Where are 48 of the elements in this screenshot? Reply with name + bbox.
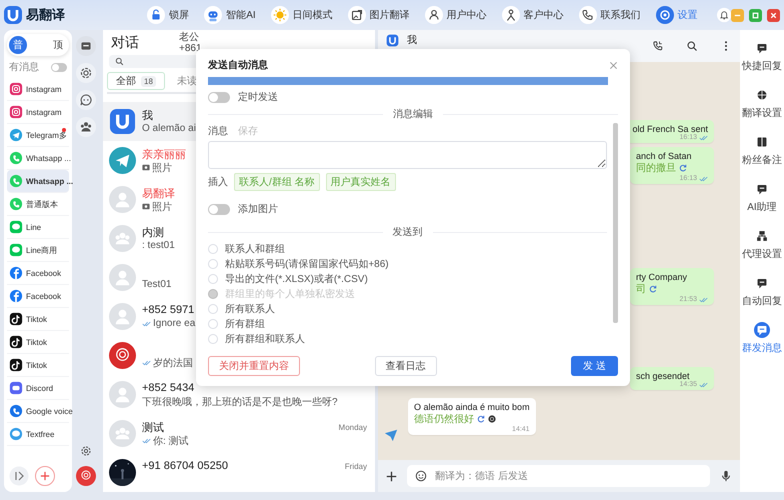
option-label: 粘贴联系号码(请保留国家代码如+86) xyxy=(225,258,389,270)
app-name: 易翻译 xyxy=(26,6,65,24)
option-label: 所有联系人 xyxy=(225,302,275,316)
dialog-title: 发送自动消息 xyxy=(208,58,268,72)
message-preview: Ignore ea xyxy=(153,318,196,329)
page-title: 对话 xyxy=(111,34,139,52)
message-text: sch gesendet xyxy=(636,371,691,381)
contact-name: +852 5434 xyxy=(142,382,194,394)
count-badge: 18 xyxy=(141,76,156,86)
option-label: 联系人和群组 xyxy=(225,242,285,256)
toggle-label: 定时发送 xyxy=(238,90,278,104)
option-label: 所有群组和联系人 xyxy=(225,332,305,346)
contact-name: 我 xyxy=(142,108,153,122)
contact-name: 亲亲丽丽 xyxy=(142,148,186,162)
contact-name: 内测 xyxy=(142,226,164,240)
chat-title: 我 xyxy=(407,34,418,47)
message-text: rty Company xyxy=(636,272,688,282)
toggle-label: 添加图片 xyxy=(238,202,278,216)
message-text: O alemão ainda é muito bom xyxy=(414,402,530,412)
field-label: 插入 xyxy=(208,176,228,189)
message-preview: : test01 xyxy=(142,240,175,251)
message-preview: 照片 xyxy=(152,162,172,174)
timestamp: Monday xyxy=(338,422,367,432)
contact-phone: +861 xyxy=(179,42,202,54)
message-preview: 你: 测试 xyxy=(153,434,189,448)
option-label: 群组里的每个人单独私密发送 xyxy=(225,288,355,300)
message-preview: Test01 xyxy=(142,279,172,290)
translation-text: 德语仍然很好 xyxy=(414,413,474,426)
field-label: 消息 xyxy=(208,124,228,138)
section-heading: 发送到 xyxy=(392,226,422,239)
translation-text: 同的撒旦 xyxy=(636,162,676,175)
filter-label: 有消息 xyxy=(9,60,39,74)
contact-name: 老公 xyxy=(179,32,199,43)
option-label: 导出的文件(*.XLSX)或者(*.CSV) xyxy=(225,272,368,286)
contact-name: +91 86704 05250 xyxy=(142,460,228,472)
message-preview: 岁的法国 xyxy=(153,356,193,370)
section-heading: 消息编辑 xyxy=(393,108,433,121)
contact-name: 易翻译 xyxy=(142,186,175,200)
contact-name: 测试 xyxy=(142,420,164,434)
message-preview: O alemão ai xyxy=(142,123,196,134)
option-label: 所有群组 xyxy=(225,318,265,330)
message-text: old French Sa sent xyxy=(632,124,708,134)
timestamp: Friday xyxy=(344,462,367,470)
translation-text: 司 xyxy=(636,283,646,296)
message-preview: 下班很晚哦，那上班的话是不是也晚一些呀? xyxy=(142,396,338,408)
message-text: anch of Satan xyxy=(636,151,693,161)
contact-name: +852 5971 xyxy=(142,304,194,316)
message-preview: 照片 xyxy=(152,200,172,214)
